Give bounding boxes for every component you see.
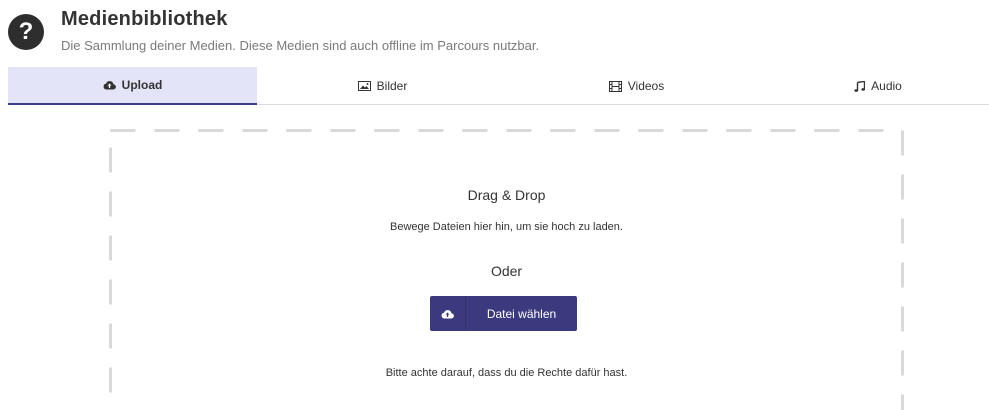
page-title: Medienbibliothek	[61, 8, 228, 30]
tab-bilder[interactable]: Bilder	[257, 67, 508, 105]
tab-videos[interactable]: Videos	[508, 67, 765, 105]
media-tabs: Upload Bilder Videos Audio	[8, 67, 989, 105]
tab-label: Bilder	[376, 79, 408, 93]
tab-label: Upload	[121, 78, 163, 92]
dropzone-description: Bewege Dateien hier hin, um sie hoch zu …	[390, 221, 623, 233]
cloud-upload-icon	[103, 78, 117, 92]
choose-file-button[interactable]: Datei wählen	[430, 296, 577, 331]
film-icon	[609, 79, 623, 93]
tab-audio[interactable]: Audio	[765, 67, 989, 105]
image-icon	[358, 79, 372, 93]
cloud-upload-icon	[430, 296, 466, 331]
question-circle-icon[interactable]: ?	[8, 14, 44, 50]
rights-note: Bitte achte darauf, dass du die Rechte d…	[385, 367, 628, 379]
dropzone-title: Drag & Drop	[467, 187, 546, 203]
page-subtitle: Die Sammlung deiner Medien. Diese Medien…	[61, 38, 540, 53]
tab-label: Audio	[871, 79, 902, 93]
dropzone-or-label: Oder	[490, 263, 523, 279]
tab-label: Videos	[627, 79, 665, 93]
music-icon	[852, 79, 866, 93]
upload-dropzone[interactable]: Drag & Drop Bewege Dateien hier hin, um …	[109, 129, 904, 410]
tab-upload[interactable]: Upload	[8, 67, 257, 105]
choose-file-label: Datei wählen	[486, 306, 557, 321]
